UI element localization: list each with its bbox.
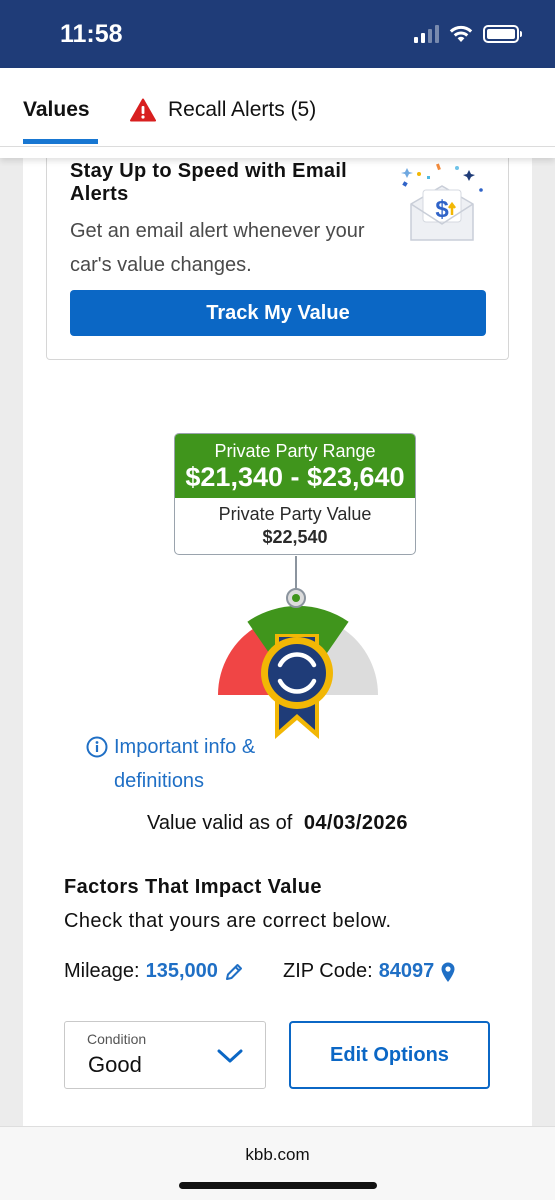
status-icons xyxy=(414,25,522,43)
info-circle-icon xyxy=(86,736,108,758)
private-party-value-label: Private Party Value xyxy=(218,504,372,524)
email-alert-card: Stay Up to Speed with Email Alerts Get a… xyxy=(46,142,509,360)
condition-select[interactable]: Condition Good xyxy=(64,1021,266,1089)
warning-icon xyxy=(130,98,156,122)
tab-bar: Values Recall Alerts (5) xyxy=(0,68,555,158)
tab-divider xyxy=(0,146,555,147)
zip-label: ZIP Code: xyxy=(283,960,373,982)
value-valid-line: Value valid as of 04/03/2026 xyxy=(23,812,532,835)
kbb-ribbon-icon xyxy=(261,634,333,739)
private-party-value: $22,540 xyxy=(262,527,328,547)
tab-recall-alerts[interactable]: Recall Alerts (5) xyxy=(130,98,316,122)
mileage-value[interactable]: 135,000 xyxy=(146,960,218,983)
main-content: Stay Up to Speed with Email Alerts Get a… xyxy=(23,130,532,1130)
factors-title: Factors That Impact Value xyxy=(64,876,322,898)
valid-label: Value valid as of xyxy=(147,812,293,834)
envelope-dollar-icon: $ xyxy=(401,163,483,241)
email-alert-description: Get an email alert whenever your car's v… xyxy=(70,220,365,276)
location-pin-icon[interactable] xyxy=(440,961,456,983)
valid-date: 04/03/2026 xyxy=(303,812,408,834)
range-label: Private Party Range xyxy=(214,441,376,461)
price-range-header: Private Party Range $21,340 - $23,640 xyxy=(175,434,415,498)
private-party-price-box: Private Party Range $21,340 - $23,640 Pr… xyxy=(174,433,416,555)
wifi-icon xyxy=(449,25,473,42)
status-bar: 11:58 xyxy=(0,0,555,68)
important-info-link[interactable]: Important info & definitions xyxy=(86,730,264,798)
home-indicator[interactable] xyxy=(179,1182,377,1189)
email-alert-title: Stay Up to Speed with Email Alerts xyxy=(70,160,348,205)
condition-label: Condition xyxy=(87,1031,147,1047)
value-gauge xyxy=(217,556,379,739)
battery-icon xyxy=(483,25,522,43)
url-text[interactable]: kbb.com xyxy=(0,1145,555,1165)
condition-value: Good xyxy=(88,1052,142,1077)
svg-text:$: $ xyxy=(435,196,449,223)
important-info-text: Important info & definitions xyxy=(114,736,256,792)
zip-code-row[interactable]: ZIP Code: 84097 xyxy=(283,960,456,983)
track-my-value-button[interactable]: Track My Value xyxy=(70,290,486,336)
pencil-icon[interactable] xyxy=(224,962,244,982)
chevron-down-icon xyxy=(217,1049,243,1063)
tab-values[interactable]: Values xyxy=(23,98,90,122)
active-tab-indicator xyxy=(23,139,98,144)
status-time: 11:58 xyxy=(60,20,123,48)
mileage-label: Mileage: xyxy=(64,960,140,982)
cellular-signal-icon xyxy=(414,25,439,43)
edit-options-button[interactable]: Edit Options xyxy=(289,1021,490,1089)
range-value: $21,340 - $23,640 xyxy=(185,462,405,492)
zip-value[interactable]: 84097 xyxy=(379,960,435,983)
browser-url-bar[interactable]: kbb.com xyxy=(0,1126,555,1200)
factors-subtitle: Check that yours are correct below. xyxy=(64,910,392,932)
mileage-row[interactable]: Mileage: 135,000 xyxy=(64,960,244,983)
tab-recall-label: Recall Alerts (5) xyxy=(168,98,317,121)
